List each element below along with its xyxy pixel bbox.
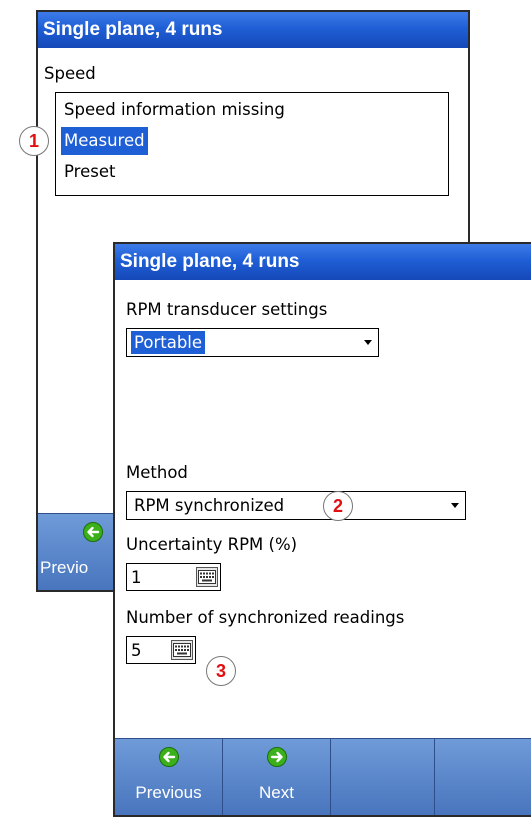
speed-listbox[interactable]: Speed information missing Measured Prese… xyxy=(55,92,449,196)
synchronized-readings-value: 5 xyxy=(131,641,142,660)
callout-marker-1: 1 xyxy=(19,126,49,156)
rpm-transducer-dropdown[interactable]: Portable xyxy=(126,328,379,357)
uncertainty-rpm-label: Uncertainty RPM (%) xyxy=(126,535,298,554)
callout-marker-3: 3 xyxy=(206,656,236,686)
uncertainty-rpm-field[interactable]: 1 xyxy=(126,563,221,591)
bottom-toolbar: Previous Next xyxy=(115,738,531,815)
speed-label: Speed xyxy=(44,64,96,83)
list-item-measured[interactable]: Measured xyxy=(61,127,148,155)
toolbar-slot-empty xyxy=(435,739,531,815)
previous-button[interactable]: Previous xyxy=(115,739,223,815)
uncertainty-rpm-value: 1 xyxy=(131,568,142,587)
method-dropdown[interactable]: RPM synchronized xyxy=(126,491,466,520)
method-value: RPM synchronized xyxy=(134,496,285,515)
previous-label: Previous xyxy=(135,783,202,802)
next-label: Next xyxy=(259,783,294,802)
arrow-left-circle-icon xyxy=(158,747,179,767)
list-item-speed-information-missing[interactable]: Speed information missing xyxy=(61,96,288,124)
list-item-preset[interactable]: Preset xyxy=(61,158,118,186)
keyboard-icon[interactable] xyxy=(171,640,193,660)
arrow-right-circle-icon xyxy=(266,747,287,767)
chevron-down-icon xyxy=(451,503,459,508)
rpm-transducer-value: Portable xyxy=(131,331,206,354)
synchronized-readings-field[interactable]: 5 xyxy=(126,636,196,664)
screen-rpm-settings: Single plane, 4 runs RPM transducer sett… xyxy=(113,242,531,817)
title-bar: Single plane, 4 runs xyxy=(115,244,531,280)
callout-marker-2: 2 xyxy=(323,491,353,521)
chevron-down-icon xyxy=(364,340,372,345)
next-button[interactable]: Next xyxy=(223,739,331,815)
arrow-left-circle-icon xyxy=(82,522,103,542)
method-label: Method xyxy=(126,463,188,482)
synchronized-readings-label: Number of synchronized readings xyxy=(126,608,405,627)
toolbar-slot-empty xyxy=(331,739,435,815)
title-bar: Single plane, 4 runs xyxy=(38,12,468,48)
rpm-transducer-label: RPM transducer settings xyxy=(126,300,328,319)
keyboard-icon[interactable] xyxy=(196,567,218,587)
